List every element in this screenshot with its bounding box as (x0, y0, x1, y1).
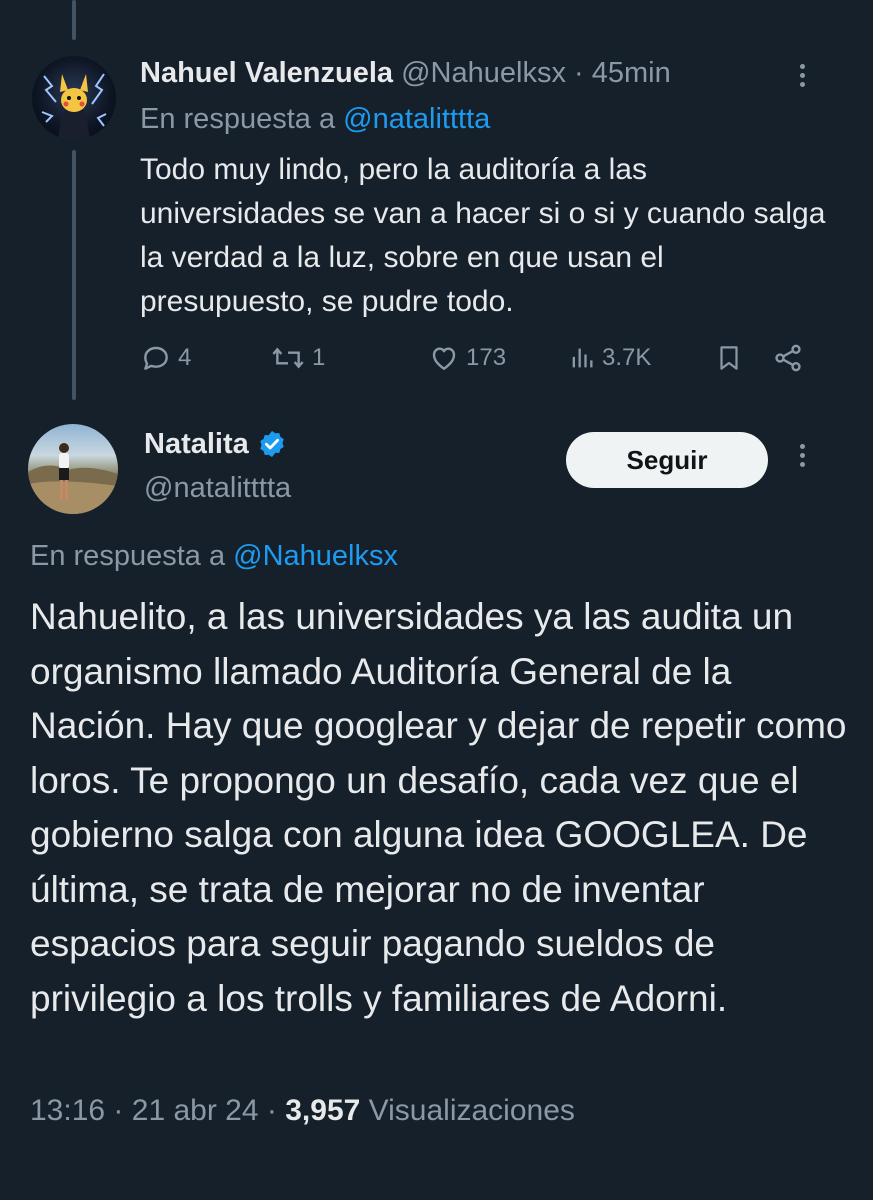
verified-badge-icon (260, 430, 284, 458)
share-icon (775, 344, 801, 372)
reply-count: 4 (178, 344, 192, 371)
avatar[interactable] (32, 56, 116, 140)
like-button[interactable]: 173 (428, 336, 506, 380)
reply-button[interactable]: 4 (140, 336, 191, 380)
reply-prefix: En respuesta a (140, 103, 336, 135)
like-count: 173 (466, 344, 507, 371)
retweet-count: 1 (312, 344, 326, 371)
bookmark-icon (720, 346, 738, 370)
views-button[interactable]: 3.7K (568, 336, 651, 380)
bookmark-button[interactable] (714, 336, 744, 380)
thread-connector (72, 150, 76, 400)
views-icon (572, 348, 593, 368)
thread-connector-top (72, 0, 76, 40)
separator: · (574, 57, 584, 89)
follow-button[interactable]: Seguir (566, 432, 768, 488)
author-handle[interactable]: @Nahuelksx (401, 57, 566, 89)
more-options-button[interactable] (790, 440, 814, 480)
separator: · (266, 1094, 277, 1127)
reply-prefix: En respuesta a (30, 540, 226, 572)
author-handle[interactable]: @natalitttta (144, 468, 291, 508)
author-name-row: Natalita (144, 424, 287, 464)
tweet-text: Todo muy lindo, pero la auditoría a las … (140, 153, 826, 318)
avatar-image (28, 443, 118, 514)
views-count: 3,957 (285, 1094, 361, 1127)
avatar-image (41, 73, 107, 140)
views-label: Visualizaciones (368, 1094, 575, 1127)
retweet-icon (272, 347, 304, 369)
views-count: 3.7K (602, 344, 652, 371)
reply-context: En respuesta a @natalitttta (140, 100, 490, 138)
tweet-time[interactable]: 45min (592, 57, 671, 89)
author-name[interactable]: Natalita (144, 424, 249, 464)
tweet-date[interactable]: 21 abr 24 (132, 1094, 259, 1127)
reply-context: En respuesta a @Nahuelksx (30, 536, 398, 576)
tweet-time[interactable]: 13:16 (30, 1094, 105, 1127)
tweet-text: Nahuelito, a las universidades ya las au… (30, 596, 847, 1019)
tweet-metadata: 13:16 · 21 abr 24 · 3,957 Visualizacione… (30, 1090, 575, 1132)
share-button[interactable] (772, 336, 804, 380)
more-icon (790, 444, 814, 467)
retweet-button[interactable]: 1 (270, 336, 325, 380)
separator: · (113, 1094, 124, 1127)
reply-to-link[interactable]: @natalitttta (343, 103, 490, 135)
tweet-actions: 4 1 173 3.7K (140, 336, 840, 380)
avatar[interactable] (28, 424, 118, 514)
more-icon (790, 64, 814, 87)
tweet-header: Nahuel Valenzuela @Nahuelksx · 45min (140, 54, 671, 92)
reply-to-link[interactable]: @Nahuelksx (233, 540, 398, 572)
reply-icon (144, 346, 168, 370)
author-name[interactable]: Nahuel Valenzuela (140, 57, 393, 89)
like-icon (432, 347, 456, 370)
more-options-button[interactable] (790, 60, 814, 100)
